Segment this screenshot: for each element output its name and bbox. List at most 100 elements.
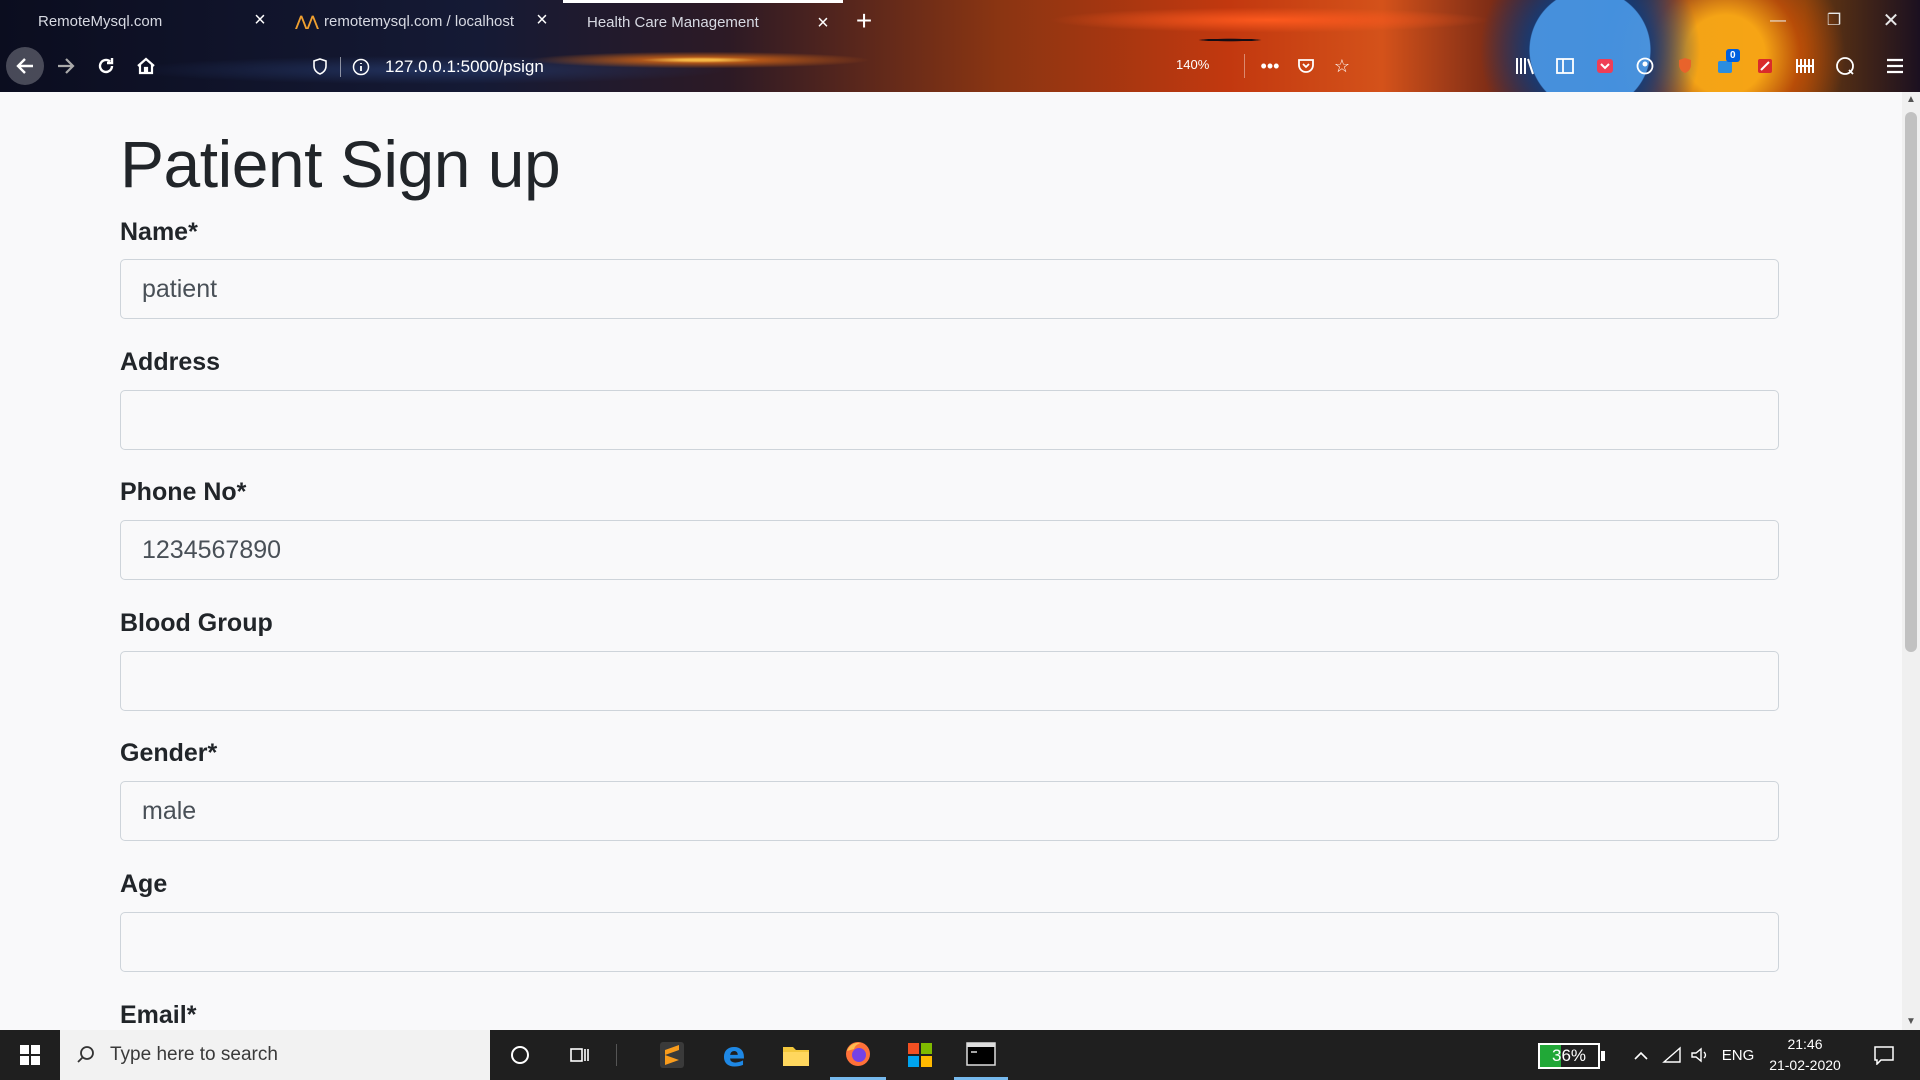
extension-red-icon[interactable]: [1751, 52, 1779, 80]
bookmark-star-icon[interactable]: ☆: [1328, 52, 1356, 80]
gender-label: Gender*: [120, 739, 218, 767]
extension-badge: 0: [1726, 49, 1740, 62]
tab-title: RemoteMysql.com: [38, 12, 163, 30]
minimize-icon[interactable]: —: [1763, 8, 1793, 34]
show-hidden-icons-icon[interactable]: [1628, 1030, 1654, 1080]
browser-toolbar: RemoteMysql.com × ⋀⋀ remotemysql.com / l…: [0, 0, 1920, 92]
age-label: Age: [120, 870, 168, 898]
search-placeholder: Type here to search: [110, 1044, 278, 1065]
tab-title: Health Care Management: [587, 14, 759, 31]
close-window-icon[interactable]: ✕: [1876, 8, 1906, 34]
info-icon[interactable]: [351, 57, 371, 77]
pocket-icon[interactable]: [1292, 52, 1320, 80]
battery-tip: [1601, 1051, 1605, 1061]
sidebar-icon[interactable]: [1551, 52, 1579, 80]
back-arrow-icon: [16, 58, 33, 74]
vertical-scrollbar[interactable]: ▲ ▼: [1902, 92, 1920, 1030]
reload-icon: [98, 58, 114, 74]
scroll-down-icon[interactable]: ▼: [1902, 1014, 1920, 1030]
age-input[interactable]: [120, 912, 1779, 972]
chevron-up-glyph: [1634, 1051, 1648, 1060]
edge-browser-icon[interactable]: e: [706, 1030, 762, 1080]
microsoft-store-icon[interactable]: [892, 1030, 948, 1080]
account-icon[interactable]: [1631, 52, 1659, 80]
wifi-glyph: [1662, 1046, 1681, 1063]
scroll-thumb[interactable]: [1905, 112, 1917, 652]
windows-taskbar: Type here to search e 36% ENG 21:46 21-0…: [0, 1030, 1920, 1080]
hamburger-menu-icon[interactable]: [1881, 52, 1909, 80]
notification-glyph: [1874, 1046, 1894, 1065]
name-input[interactable]: [120, 259, 1779, 319]
pocket-red-glyph: [1597, 59, 1613, 73]
extension-shield-icon[interactable]: [1671, 52, 1699, 80]
zoom-level[interactable]: 140%: [1176, 57, 1209, 72]
tab-title: remotemysql.com / localhost: [324, 12, 515, 30]
phone-label: Phone No*: [120, 478, 247, 506]
barcode-extension-icon[interactable]: [1791, 52, 1819, 80]
home-icon: [137, 57, 155, 75]
file-explorer-icon[interactable]: [768, 1030, 824, 1080]
terminal-icon[interactable]: [954, 1030, 1008, 1080]
page-actions-icon[interactable]: •••: [1256, 52, 1284, 80]
taskbar-search[interactable]: Type here to search: [60, 1030, 490, 1080]
address-bar[interactable]: 127.0.0.1:5000/psign: [310, 50, 544, 84]
taskbar-divider: [616, 1044, 617, 1066]
page-content: Patient Sign up Name* Address Phone No* …: [0, 92, 1902, 1030]
tab-phpmyadmin[interactable]: ⋀⋀ remotemysql.com / localhost ×: [282, 0, 562, 42]
back-button[interactable]: [6, 47, 44, 85]
phpmyadmin-icon: ⋀⋀: [295, 12, 319, 29]
search-extension-icon[interactable]: [1831, 52, 1859, 80]
task-view-glyph: [570, 1048, 589, 1062]
phone-input[interactable]: [120, 520, 1779, 580]
sidebar-glyph: [1556, 58, 1574, 74]
language-indicator[interactable]: ENG: [1718, 1030, 1758, 1080]
scroll-up-icon[interactable]: ▲: [1902, 92, 1920, 108]
close-tab-icon[interactable]: ×: [250, 10, 270, 30]
gender-input[interactable]: [120, 781, 1779, 841]
library-glyph: [1516, 58, 1534, 75]
volume-icon[interactable]: [1686, 1030, 1714, 1080]
clock[interactable]: 21:46 21-02-2020: [1762, 1034, 1848, 1076]
firefox-icon[interactable]: [830, 1030, 886, 1080]
speaker-glyph: [1691, 1047, 1707, 1063]
reload-button[interactable]: [88, 48, 124, 84]
tab-health-care-management[interactable]: Health Care Management ×: [563, 0, 843, 42]
blood-group-input[interactable]: [120, 651, 1779, 711]
extension-shield-glyph: [1679, 58, 1691, 73]
blood-group-label: Blood Group: [120, 609, 273, 637]
close-tab-icon[interactable]: ×: [532, 10, 552, 30]
cortana-icon[interactable]: [492, 1030, 548, 1080]
close-tab-icon[interactable]: ×: [813, 13, 833, 33]
battery-indicator[interactable]: 36%: [1538, 1043, 1600, 1069]
barcode-glyph: [1796, 59, 1814, 73]
library-icon[interactable]: [1511, 52, 1539, 80]
home-button[interactable]: [128, 48, 164, 84]
account-glyph: [1636, 57, 1654, 75]
terminal-glyph: [966, 1041, 996, 1066]
address-input[interactable]: [120, 390, 1779, 450]
page-title: Patient Sign up: [120, 127, 561, 201]
forward-button[interactable]: [48, 48, 84, 84]
network-icon[interactable]: [1658, 1030, 1686, 1080]
search-icon: [77, 1046, 94, 1063]
task-view-icon[interactable]: [552, 1030, 608, 1080]
windows-logo-icon: [20, 1045, 40, 1065]
url-separator: [340, 57, 341, 77]
sublime-text-icon[interactable]: [644, 1030, 700, 1080]
action-center-icon[interactable]: [1864, 1030, 1904, 1080]
cortana-glyph: [511, 1046, 529, 1064]
address-label: Address: [120, 348, 221, 376]
restore-icon[interactable]: ❐: [1819, 8, 1849, 34]
pocket-glyph: [1298, 59, 1314, 73]
store-glyph: [908, 1043, 932, 1067]
shield-icon: [313, 58, 327, 75]
new-tab-button[interactable]: +: [850, 4, 878, 38]
tab-remotemysql[interactable]: RemoteMysql.com ×: [0, 0, 280, 42]
battery-percent: 36%: [1551, 1046, 1587, 1065]
search-glyph: [1836, 57, 1854, 75]
firefox-glyph: [846, 1041, 870, 1066]
pocket-extension-icon[interactable]: [1591, 52, 1619, 80]
url-text[interactable]: 127.0.0.1:5000/psign: [385, 57, 544, 77]
start-button[interactable]: [0, 1030, 60, 1080]
name-label: Name*: [120, 218, 198, 246]
